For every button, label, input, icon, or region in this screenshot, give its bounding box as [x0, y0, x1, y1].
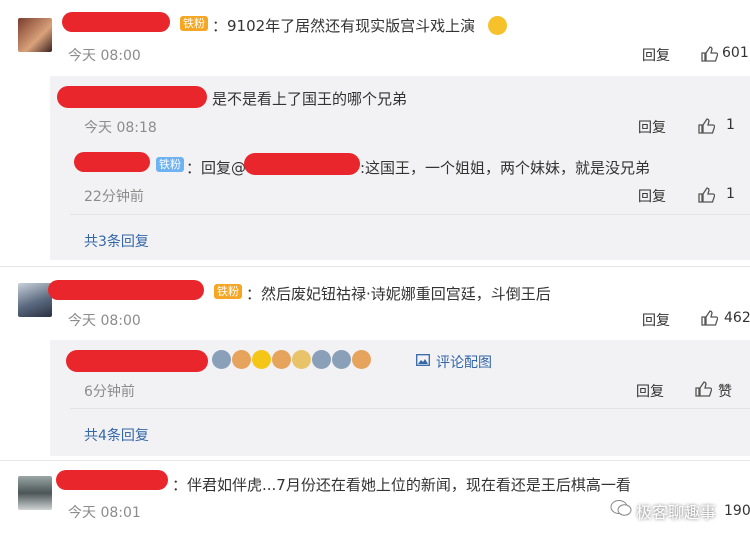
- reply-prefix: ：回复@: [186, 159, 247, 177]
- comment-divider: [0, 460, 750, 461]
- comment-divider: [0, 266, 750, 267]
- thumbs-up-icon[interactable]: [697, 186, 715, 204]
- comment-text: ：9102年了居然还有现实版宫斗戏上演: [212, 17, 476, 35]
- comment-time: 今天 08:01: [68, 505, 141, 521]
- redacted-username[interactable]: [48, 280, 204, 300]
- comment-time: 今天 08:00: [68, 313, 141, 329]
- redacted-username[interactable]: [74, 152, 150, 172]
- image-icon[interactable]: [416, 354, 430, 366]
- reply-time: 6分钟前: [84, 384, 135, 400]
- avatar[interactable]: [18, 476, 52, 510]
- comment-time: 今天 08:00: [68, 48, 141, 64]
- comment-text: ：然后废妃钮祜禄·诗妮娜重回宫廷，斗倒王后: [246, 285, 551, 303]
- like-count: 1: [726, 117, 735, 133]
- thumbs-up-icon[interactable]: [700, 309, 718, 327]
- more-replies-link[interactable]: 共3条回复: [84, 231, 149, 251]
- thumbs-up-icon[interactable]: [697, 117, 715, 135]
- reply-button[interactable]: 回复: [642, 310, 670, 330]
- cat-emoji-icon: [272, 350, 291, 369]
- wechat-icon: [610, 500, 632, 516]
- like-count: 1: [726, 186, 735, 202]
- laugh-emoji-icon: [252, 350, 271, 369]
- reply-button[interactable]: 回复: [636, 381, 664, 401]
- fan-badge: 铁粉: [180, 16, 208, 31]
- doge-emoji-icon: [292, 350, 311, 369]
- redacted-mention[interactable]: [244, 153, 360, 175]
- like-label[interactable]: 赞: [718, 381, 732, 401]
- like-count: 462: [724, 310, 750, 326]
- more-replies-link[interactable]: 共4条回复: [84, 425, 149, 445]
- thumbs-up-icon[interactable]: [700, 45, 718, 63]
- reply-time: 今天 08:18: [84, 120, 157, 136]
- husky-emoji-icon: [212, 350, 231, 369]
- comment-text: ：伴君如伴虎...7月份还在看她上位的新闻，现在看还是王后棋高一看: [172, 476, 631, 494]
- fan-badge: 铁粉: [156, 157, 184, 172]
- redacted-username[interactable]: [62, 12, 170, 32]
- husky-emoji-icon: [312, 350, 331, 369]
- redacted-username[interactable]: [66, 350, 208, 372]
- reply-button[interactable]: 回复: [638, 117, 666, 137]
- avatar[interactable]: [18, 283, 52, 317]
- redacted-username[interactable]: [56, 470, 168, 490]
- reply-time: 22分钟前: [84, 189, 144, 205]
- husky-emoji-icon: [332, 350, 351, 369]
- fan-badge: 铁粉: [214, 284, 242, 299]
- thumbs-up-icon[interactable]: [694, 380, 712, 398]
- reply-divider: [70, 214, 750, 215]
- reply-divider: [70, 408, 750, 409]
- emoji-row: [212, 350, 372, 369]
- avatar[interactable]: [18, 18, 52, 52]
- like-count: 601: [722, 45, 749, 61]
- reply-button[interactable]: 回复: [638, 186, 666, 206]
- reply-button[interactable]: 回复: [642, 45, 670, 65]
- cat-emoji-icon: [352, 350, 371, 369]
- like-count: 190: [724, 503, 750, 519]
- smile-emoji-icon: [488, 16, 507, 35]
- redacted-username[interactable]: [57, 86, 207, 108]
- reply-text: 是不是看上了国王的哪个兄弟: [212, 90, 408, 108]
- image-link[interactable]: 评论配图: [436, 352, 492, 372]
- reply-text: :这国王，一个姐姐，两个妹妹，就是没兄弟: [360, 159, 651, 177]
- cat-emoji-icon: [232, 350, 251, 369]
- watermark: 极客聊趣事: [636, 503, 717, 522]
